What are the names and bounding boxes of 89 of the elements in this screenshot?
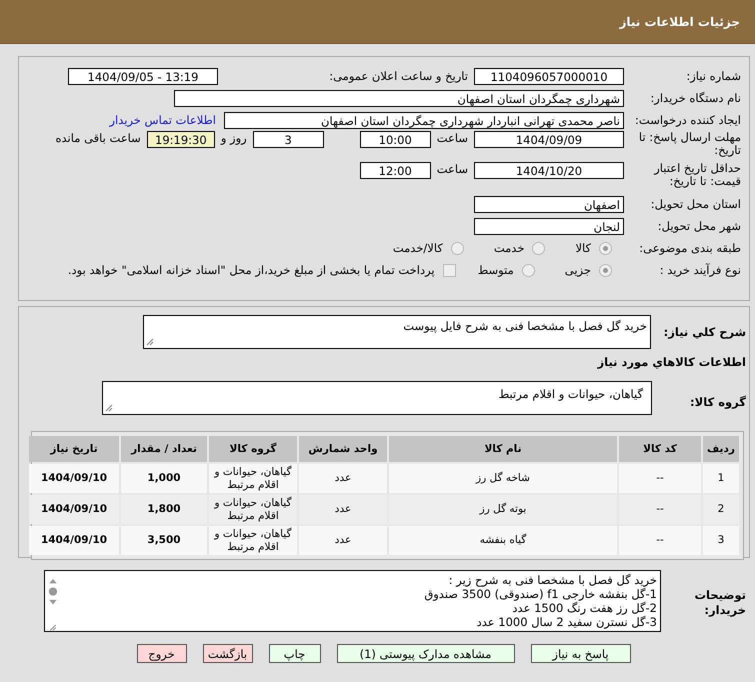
field-label: شرح کلي نياز: (662, 324, 747, 339)
notes-line: 3-گل نسترن سفید 2 سال 1000 عدد (476, 615, 657, 629)
field-label: توضیحات خریدار: (694, 587, 747, 618)
action-button[interactable]: پاسخ به نیاز (530, 644, 630, 663)
table-cell: -- (619, 464, 701, 493)
column-header: کد کالا (619, 436, 701, 462)
table-cell: 3,500 (121, 526, 207, 555)
time-label: ساعت (436, 131, 468, 145)
remaining-label: ساعت باقی مانده (56, 131, 141, 145)
announce-date-field: 1404/09/05 - 13:19 (68, 68, 218, 84)
action-button[interactable]: بازگشت (202, 644, 252, 663)
page-title: جزئیات اطلاعات نیاز (619, 14, 740, 28)
table-cell: بوته گل رز (389, 495, 617, 524)
field-label: ایجاد کننده درخواست: (634, 114, 742, 126)
column-header: تاریخ نیاز (29, 436, 119, 462)
field-label: نوع فرآیند خرید : (658, 264, 742, 276)
contact-link[interactable]: اطلاعات تماس خریدار (109, 113, 216, 127)
radio-label: متوسط (478, 263, 514, 277)
table-cell: عدد (299, 526, 387, 555)
need-number-field: 1104096057000010 (474, 68, 624, 84)
time-label: ساعت (436, 162, 468, 176)
radio-label: کالا (575, 241, 591, 255)
column-header: واحد شمارش (299, 436, 387, 462)
field-label: نام دستگاه خریدار: (649, 92, 742, 104)
goods-group-field: گیاهان، حیوانات و اقلام مرتبط (102, 381, 652, 415)
creator-field: ناصر محمدی تهرانی انباردار شهرداری چمگردان استان اصفهان (224, 112, 624, 128)
table-cell: گیاه بنفشه (389, 526, 617, 555)
radio-label: کالا/خدمت (392, 241, 443, 255)
field-label: استان محل تحویل: (650, 198, 742, 210)
notes-line: خرید گل فصل با مشخصا فنی به شرح زیر : (448, 573, 657, 587)
table-cell: 1404/09/10 (29, 464, 119, 493)
field-label: گروه کالا: (689, 394, 747, 409)
field-label: شهر محل تحویل: (656, 220, 742, 232)
table-cell: گیاهان، حیوانات و اقلام مرتبط (209, 495, 297, 524)
table-cell: 1404/09/10 (29, 526, 119, 555)
notes-line: 2-گل رز هفت رنگ 1500 عدد (511, 601, 657, 615)
resize-grip-icon (146, 338, 154, 346)
deadline-date-field: 1404/09/09 (474, 131, 624, 148)
column-header: نام کالا (389, 436, 617, 462)
table-cell: -- (619, 526, 701, 555)
radio-label: خدمت (494, 241, 524, 255)
table-cell: 3 (703, 526, 739, 555)
deadline-time-field: 10:00 (360, 131, 431, 148)
table-cell: 1 (703, 464, 739, 493)
validity-time-field: 12:00 (360, 162, 431, 179)
scroll-down-icon[interactable] (48, 599, 58, 607)
field-label: تاریخ و ساعت اعلان عمومی: (328, 69, 468, 83)
radio-button[interactable] (450, 242, 464, 254)
table-cell: عدد (299, 495, 387, 524)
field-label: حداقل تاریخ اعتبار قیمت: تا تاریخ: (652, 162, 742, 188)
section-title: اطلاعات کالاهاي مورد نياز (596, 354, 747, 371)
radio-button[interactable] (599, 242, 612, 254)
action-button[interactable]: خروج (136, 644, 186, 663)
action-button[interactable]: چاپ (268, 644, 320, 663)
column-header: گروه کالا (209, 436, 297, 462)
column-header: تعداد / مقدار (121, 436, 207, 462)
table-cell: 1,800 (121, 495, 207, 524)
resize-grip-icon (105, 404, 113, 412)
province-field: اصفهان (474, 196, 624, 212)
action-button[interactable]: مشاهده مدارک پیوستی (1) (336, 644, 514, 663)
buyer-field: شهرداری چمگردان استان اصفهان (174, 90, 624, 106)
city-field: لنجان (474, 218, 624, 234)
resize-grip-icon (48, 624, 56, 632)
table-cell: شاخه گل رز (389, 464, 617, 493)
checkbox-label: پرداخت تمام یا بخشی از مبلغ خرید،از محل "اسناد خزانه اسلامی" خواهد بود. (68, 263, 435, 277)
days-field: 3 (252, 131, 324, 148)
radio-label: جزیی (564, 263, 591, 277)
table-cell: گیاهان، حیوانات و اقلام مرتبط (209, 526, 297, 555)
notes-line: 1-گل بنفشه خارجی f1 (صندوقی) 3500 صندوق (423, 587, 657, 601)
table-cell: 2 (703, 495, 739, 524)
days-label: روز و (220, 131, 247, 145)
validity-date-field: 1404/10/20 (474, 162, 624, 179)
radio-button[interactable] (532, 242, 546, 254)
field-label: شماره نیاز: (685, 70, 742, 82)
field-label: مهلت ارسال پاسخ: تا تاریخ: (638, 131, 742, 157)
summary-field: خرید گل فصل با مشخصا فنی به شرح فایل پیوست (143, 315, 651, 349)
table-cell: -- (619, 495, 701, 524)
table-cell: گیاهان، حیوانات و اقلام مرتبط (209, 464, 297, 493)
radio-button[interactable] (522, 264, 535, 276)
remaining-time-field: 19:19:30 (146, 131, 215, 148)
table-cell: عدد (299, 464, 387, 493)
radio-button[interactable] (599, 264, 612, 276)
table-cell: 1404/09/10 (29, 495, 119, 524)
column-header: ردیف (703, 436, 739, 462)
table-cell: 1,000 (121, 464, 207, 493)
scroll-up-icon[interactable] (48, 577, 58, 584)
scroll-thumb-icon[interactable] (48, 587, 58, 596)
field-label: طبقه بندی موضوعی: (638, 242, 742, 254)
checkbox[interactable] (442, 264, 456, 276)
